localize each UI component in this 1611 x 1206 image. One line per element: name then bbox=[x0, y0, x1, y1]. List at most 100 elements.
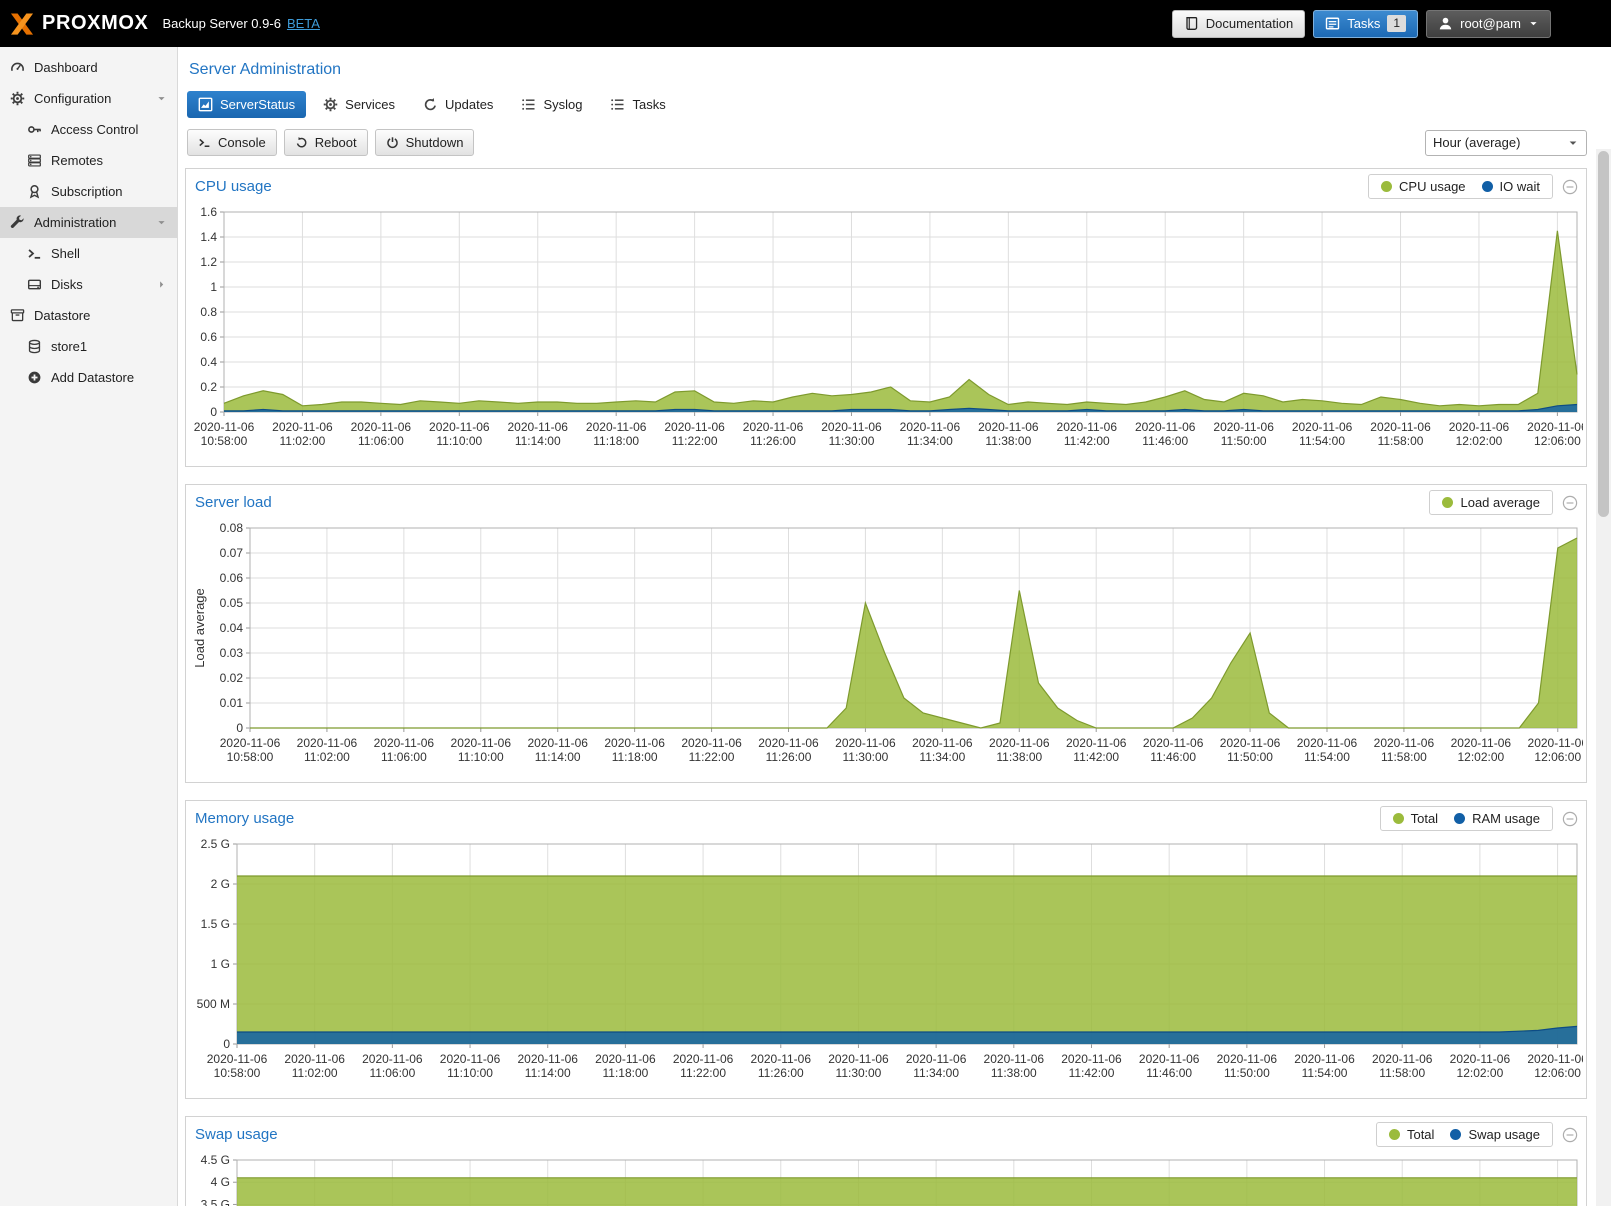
legend-dot-icon bbox=[1450, 1129, 1461, 1140]
svg-text:2020-11-06: 2020-11-06 bbox=[1528, 736, 1583, 750]
list-icon bbox=[610, 97, 625, 112]
beta-link[interactable]: BETA bbox=[287, 16, 320, 31]
legend-dot-icon bbox=[1482, 181, 1493, 192]
svg-text:11:26:00: 11:26:00 bbox=[758, 1066, 804, 1080]
svg-text:1.6: 1.6 bbox=[200, 206, 217, 219]
svg-text:0.07: 0.07 bbox=[220, 546, 244, 560]
sidebar-item-dashboard[interactable]: Dashboard bbox=[0, 52, 177, 83]
chart-legend: Load average bbox=[1429, 490, 1553, 515]
svg-text:2020-11-06: 2020-11-06 bbox=[194, 420, 255, 434]
sidebar-item-shell[interactable]: Shell bbox=[0, 238, 177, 269]
sidebar-item-label: Add Datastore bbox=[51, 370, 134, 385]
svg-text:0: 0 bbox=[210, 405, 217, 419]
svg-text:11:42:00: 11:42:00 bbox=[1069, 1066, 1115, 1080]
sidebar-item-subscription[interactable]: Subscription bbox=[0, 176, 177, 207]
svg-text:11:10:00: 11:10:00 bbox=[458, 750, 504, 764]
svg-text:0.05: 0.05 bbox=[220, 596, 244, 610]
svg-text:2020-11-06: 2020-11-06 bbox=[751, 1052, 812, 1066]
tab-label: Tasks bbox=[632, 97, 665, 112]
refresh-icon bbox=[423, 97, 438, 112]
collapse-panel-icon[interactable] bbox=[1562, 811, 1578, 827]
sidebar-item-datastore[interactable]: Datastore bbox=[0, 300, 177, 331]
caret-down-icon bbox=[156, 217, 167, 228]
legend-item-total: Total bbox=[1389, 1127, 1434, 1142]
svg-text:2020-11-06: 2020-11-06 bbox=[595, 1052, 656, 1066]
sidebar-item-administration[interactable]: Administration bbox=[0, 207, 177, 238]
tab-serverstatus[interactable]: ServerStatus bbox=[187, 91, 306, 118]
svg-text:11:14:00: 11:14:00 bbox=[525, 1066, 571, 1080]
ribbon-icon bbox=[27, 184, 44, 199]
svg-text:11:30:00: 11:30:00 bbox=[843, 750, 889, 764]
svg-text:0.4: 0.4 bbox=[200, 355, 217, 369]
svg-text:11:58:00: 11:58:00 bbox=[1381, 750, 1427, 764]
sidebar-item-add-datastore[interactable]: Add Datastore bbox=[0, 362, 177, 393]
collapse-panel-icon[interactable] bbox=[1562, 495, 1578, 511]
svg-text:2020-11-06: 2020-11-06 bbox=[1451, 736, 1512, 750]
sidebar-item-label: Dashboard bbox=[34, 60, 98, 75]
sidebar-item-store1[interactable]: store1 bbox=[0, 331, 177, 362]
svg-text:2020-11-06: 2020-11-06 bbox=[1527, 420, 1583, 434]
svg-text:11:42:00: 11:42:00 bbox=[1073, 750, 1119, 764]
disk-icon bbox=[27, 277, 44, 292]
svg-text:2020-11-06: 2020-11-06 bbox=[527, 736, 588, 750]
top-right-actions: Documentation Tasks 1 root@pam bbox=[1172, 10, 1551, 38]
svg-text:2020-11-06: 2020-11-06 bbox=[1292, 420, 1353, 434]
shutdown-button[interactable]: Shutdown bbox=[375, 129, 475, 156]
collapse-panel-icon[interactable] bbox=[1562, 179, 1578, 195]
user-menu-button[interactable]: root@pam bbox=[1426, 10, 1551, 38]
svg-text:12:02:00: 12:02:00 bbox=[1456, 434, 1503, 448]
user-icon bbox=[1438, 16, 1453, 31]
sidebar-item-access-control[interactable]: Access Control bbox=[0, 114, 177, 145]
svg-text:12:06:00: 12:06:00 bbox=[1534, 434, 1581, 448]
sidebar-item-remotes[interactable]: Remotes bbox=[0, 145, 177, 176]
svg-text:11:30:00: 11:30:00 bbox=[829, 434, 875, 448]
tab-services[interactable]: Services bbox=[312, 91, 406, 118]
tab-tasks[interactable]: Tasks bbox=[599, 91, 676, 118]
chart-legend: TotalRAM usage bbox=[1380, 806, 1553, 831]
svg-text:2020-11-06: 2020-11-06 bbox=[989, 736, 1050, 750]
chart-area: 0500 M1 G1.5 G2 G2.5 G3 G3.5 G4 G4.5 G20… bbox=[186, 1152, 1586, 1206]
panel-title: Server load bbox=[195, 494, 272, 511]
svg-text:11:06:00: 11:06:00 bbox=[369, 1066, 415, 1080]
sidebar-item-disks[interactable]: Disks bbox=[0, 269, 177, 300]
tab-syslog[interactable]: Syslog bbox=[510, 91, 593, 118]
panels: CPU usageCPU usageIO wait00.20.40.60.811… bbox=[185, 168, 1587, 1206]
timeframe-select[interactable]: Hour (average) bbox=[1425, 130, 1587, 156]
svg-text:4.5 G: 4.5 G bbox=[201, 1154, 230, 1167]
svg-text:1.5 G: 1.5 G bbox=[201, 917, 230, 931]
console-label: Console bbox=[218, 135, 266, 150]
app: { "header": { "brand": "PROXMOX", "produ… bbox=[0, 0, 1611, 1206]
chart-legend: TotalSwap usage bbox=[1376, 1122, 1553, 1147]
collapse-panel-icon[interactable] bbox=[1562, 1127, 1578, 1143]
legend-dot-icon bbox=[1454, 813, 1465, 824]
tab-label: Services bbox=[345, 97, 395, 112]
svg-text:11:58:00: 11:58:00 bbox=[1378, 434, 1424, 448]
tasks-button[interactable]: Tasks 1 bbox=[1313, 10, 1418, 38]
scrollbar[interactable] bbox=[1596, 149, 1611, 1206]
svg-text:11:54:00: 11:54:00 bbox=[1304, 750, 1350, 764]
svg-text:11:18:00: 11:18:00 bbox=[612, 750, 658, 764]
legend-item-cpu-usage: CPU usage bbox=[1381, 179, 1465, 194]
svg-text:11:38:00: 11:38:00 bbox=[985, 434, 1031, 448]
svg-text:2020-11-06: 2020-11-06 bbox=[604, 736, 665, 750]
svg-text:11:58:00: 11:58:00 bbox=[1379, 1066, 1425, 1080]
svg-text:2020-11-06: 2020-11-06 bbox=[429, 420, 490, 434]
page-title: Server Administration bbox=[189, 61, 1587, 79]
svg-text:3.5 G: 3.5 G bbox=[201, 1197, 230, 1206]
svg-text:2020-11-06: 2020-11-06 bbox=[1374, 736, 1435, 750]
svg-text:11:50:00: 11:50:00 bbox=[1227, 750, 1273, 764]
gear-icon bbox=[323, 97, 338, 112]
svg-text:2020-11-06: 2020-11-06 bbox=[272, 420, 333, 434]
svg-text:11:22:00: 11:22:00 bbox=[672, 434, 718, 448]
sidebar-item-configuration[interactable]: Configuration bbox=[0, 83, 177, 114]
reboot-button[interactable]: Reboot bbox=[284, 129, 368, 156]
tab-label: Syslog bbox=[543, 97, 582, 112]
scrollbar-thumb[interactable] bbox=[1598, 151, 1609, 517]
svg-text:11:26:00: 11:26:00 bbox=[766, 750, 812, 764]
tab-label: Updates bbox=[445, 97, 493, 112]
documentation-button[interactable]: Documentation bbox=[1172, 10, 1305, 38]
tab-updates[interactable]: Updates bbox=[412, 91, 504, 118]
console-button[interactable]: Console bbox=[187, 129, 277, 156]
sidebar-item-label: Configuration bbox=[34, 91, 111, 106]
panel-header: Memory usageTotalRAM usage bbox=[186, 801, 1586, 836]
